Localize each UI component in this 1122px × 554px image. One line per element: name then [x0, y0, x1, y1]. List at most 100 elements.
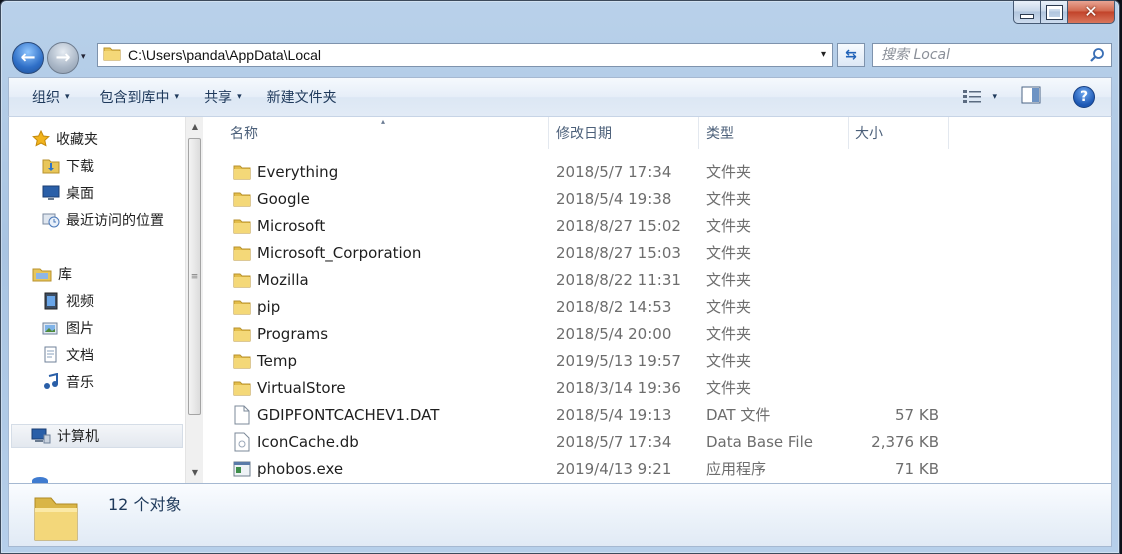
folder-icon	[232, 270, 252, 290]
sidebar-item-pictures[interactable]: 图片	[42, 318, 94, 338]
table-row[interactable]: VirtualStore 2018/3/14 19:36 文件夹	[229, 374, 949, 401]
folder-icon	[232, 162, 252, 182]
maximize-button[interactable]	[1041, 1, 1068, 24]
sidebar-item-label: 图片	[66, 321, 94, 337]
table-row[interactable]: IconCache.db 2018/5/7 17:34 Data Base File…	[229, 428, 949, 455]
folder-icon	[232, 243, 252, 263]
arrow-left-icon: ←	[20, 47, 36, 68]
file-date: 2019/4/13 9:21	[556, 459, 672, 478]
details-pane: 12 个对象	[8, 483, 1112, 547]
sidebar-item-music[interactable]: 音乐	[42, 372, 94, 392]
search-box[interactable]	[872, 43, 1112, 67]
folder-icon	[232, 189, 252, 209]
caption-buttons: ✕	[1013, 1, 1115, 24]
sidebar-item-desktop[interactable]: 桌面	[42, 183, 94, 203]
table-row[interactable]: Google 2018/5/4 19:38 文件夹	[229, 185, 949, 212]
downloads-icon	[42, 159, 60, 174]
address-dropdown-icon[interactable]: ▾	[821, 49, 826, 60]
table-row[interactable]: Microsoft_Corporation 2018/8/27 15:03 文件夹	[229, 239, 949, 266]
folder-icon	[232, 216, 252, 236]
file-type: 文件夹	[706, 352, 752, 370]
scroll-down-arrow[interactable]: ▼	[186, 463, 204, 481]
search-icon[interactable]	[1089, 47, 1105, 67]
navigation-pane: 收藏夹 下载 桌面 最近访问的位置 库 视频 图片 文档 音乐 计算机	[9, 117, 185, 483]
sidebar-item-favorites[interactable]: 收藏夹	[32, 129, 98, 149]
table-row[interactable]: phobos.exe 2019/4/13 9:21 应用程序 71 KB	[229, 455, 949, 482]
content-area: 收藏夹 下载 桌面 最近访问的位置 库 视频 图片 文档 音乐 计算机 ▲ ≡ …	[8, 117, 1112, 483]
table-row[interactable]: GDIPFONTCACHEV1.DAT 2018/5/4 19:13 DAT 文件 5…	[229, 401, 949, 428]
table-row[interactable]: Microsoft 2018/8/27 15:02 文件夹	[229, 212, 949, 239]
file-type: 文件夹	[706, 244, 752, 262]
file-name: VirtualStore	[257, 378, 346, 397]
desktop-icon	[42, 185, 60, 200]
file-type: Data Base File	[706, 432, 813, 451]
caret-down-icon: ▾	[174, 92, 180, 102]
folder-icon	[232, 324, 252, 344]
refresh-button[interactable]: ⇆	[837, 43, 865, 67]
file-date: 2018/8/27 15:03	[556, 243, 681, 262]
file-date: 2018/5/4 19:38	[556, 189, 672, 208]
column-header-date[interactable]: 修改日期	[549, 117, 699, 149]
organize-button[interactable]: 组织 ▾	[21, 83, 81, 111]
help-button[interactable]: ?	[1073, 86, 1095, 108]
sidebar-item-libraries[interactable]: 库	[32, 264, 72, 284]
table-row[interactable]: Mozilla 2018/8/22 11:31 文件夹	[229, 266, 949, 293]
folder-large-icon	[31, 490, 81, 548]
file-size: 57 KB	[895, 405, 939, 424]
search-input[interactable]	[879, 46, 1088, 64]
include-in-library-button[interactable]: 包含到库中 ▾	[89, 83, 191, 111]
preview-pane-button[interactable]	[1021, 86, 1041, 108]
file-date: 2018/5/7 17:34	[556, 162, 672, 181]
table-row[interactable]: Everything 2018/5/7 17:34 文件夹	[229, 158, 949, 185]
sidebar-item-videos[interactable]: 视频	[42, 291, 94, 311]
back-button[interactable]: ←	[12, 42, 44, 74]
address-bar[interactable]: C:\Users\panda\AppData\Local ▾	[97, 43, 833, 67]
toolbar-right: ▾ ?	[962, 78, 1111, 116]
address-path[interactable]: C:\Users\panda\AppData\Local	[128, 47, 321, 63]
file-name: IconCache.db	[257, 432, 359, 451]
folder-icon	[232, 378, 252, 398]
library-icon	[32, 268, 52, 282]
caret-down-icon[interactable]: ▾	[992, 92, 997, 102]
change-view-button[interactable]: ▾	[962, 89, 997, 105]
file-size: 2,376 KB	[871, 432, 939, 451]
table-row[interactable]: Temp 2019/5/13 19:57 文件夹	[229, 347, 949, 374]
forward-button[interactable]: →	[47, 42, 79, 74]
file-name: phobos.exe	[257, 459, 344, 478]
column-header-name[interactable]: 名称	[229, 117, 549, 149]
sidebar-item-computer[interactable]: 计算机	[11, 424, 183, 448]
sidebar-item-recent-places[interactable]: 最近访问的位置	[42, 210, 164, 230]
sidebar-item-documents[interactable]: 文档	[42, 345, 94, 365]
file-name: Microsoft	[257, 216, 326, 235]
file-type: 文件夹	[706, 217, 752, 235]
table-row[interactable]: Programs 2018/5/4 20:00 文件夹	[229, 320, 949, 347]
file-type: 文件夹	[706, 163, 752, 181]
close-button[interactable]: ✕	[1068, 1, 1115, 24]
column-header-size[interactable]: 大小	[849, 117, 949, 149]
videos-icon	[44, 292, 58, 310]
sidebar-item-downloads[interactable]: 下载	[42, 156, 94, 176]
table-row[interactable]: pip 2018/8/2 14:53 文件夹	[229, 293, 949, 320]
command-bar: 组织 ▾ 包含到库中 ▾ 共享 ▾ 新建文件夹 ▾ ?	[8, 77, 1112, 117]
folder-icon	[232, 297, 252, 317]
file-type: 文件夹	[706, 298, 752, 316]
navigation-scrollbar[interactable]: ▲ ≡ ▼	[185, 117, 204, 483]
file-date: 2018/8/2 14:53	[556, 297, 672, 316]
share-label: 共享	[204, 90, 233, 106]
pane-splitter[interactable]	[203, 117, 207, 483]
refresh-icon: ⇆	[845, 47, 857, 63]
recent-pages-dropdown[interactable]: ▾	[81, 52, 86, 62]
minimize-button[interactable]	[1013, 1, 1041, 24]
share-button[interactable]: 共享 ▾	[193, 83, 253, 111]
recent-places-icon	[42, 213, 60, 228]
file-name: Microsoft_Corporation	[257, 243, 422, 262]
new-folder-button[interactable]: 新建文件夹	[256, 83, 348, 111]
file-type: DAT 文件	[706, 406, 771, 424]
computer-icon	[31, 428, 51, 444]
file-date: 2019/5/13 19:57	[556, 351, 681, 370]
scroll-up-arrow[interactable]: ▲	[186, 117, 204, 135]
scroll-thumb[interactable]: ≡	[188, 138, 201, 415]
column-header-type[interactable]: 类型	[699, 117, 849, 149]
pictures-icon	[42, 322, 58, 335]
close-icon: ✕	[1084, 2, 1098, 21]
